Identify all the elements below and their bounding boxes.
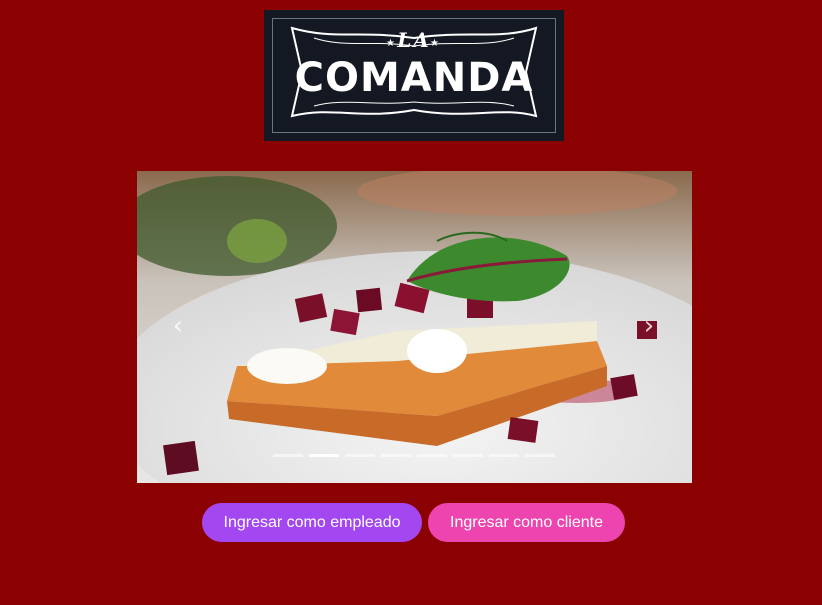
- carousel-indicator[interactable]: [273, 454, 303, 457]
- carousel-indicator[interactable]: [453, 454, 483, 457]
- chevron-left-icon: ‹: [172, 311, 184, 341]
- landing-page: ★ ★ LA COMANDA ‹ › Ingresar como emplead…: [0, 0, 822, 605]
- carousel-prev-button[interactable]: ‹: [163, 311, 193, 341]
- carousel-indicator[interactable]: [489, 454, 519, 457]
- carousel-indicator[interactable]: [417, 454, 447, 457]
- carousel-next-button[interactable]: ›: [634, 311, 664, 341]
- carousel-indicator[interactable]: [525, 454, 555, 457]
- logo-la-text: LA: [397, 28, 431, 52]
- la-comanda-logo: ★ ★ LA COMANDA: [264, 10, 564, 141]
- chevron-right-icon: ›: [643, 311, 655, 341]
- login-employee-button[interactable]: Ingresar como empleado: [202, 503, 422, 542]
- carousel-slide-image: [137, 171, 692, 483]
- image-carousel[interactable]: ‹ ›: [137, 171, 692, 483]
- carousel-indicator[interactable]: [345, 454, 375, 457]
- carousel-indicator[interactable]: [381, 454, 411, 457]
- login-client-button[interactable]: Ingresar como cliente: [428, 503, 625, 542]
- logo-comanda-text: COMANDA: [294, 55, 534, 101]
- carousel-indicator-active[interactable]: [309, 454, 339, 457]
- carousel-indicators: [273, 454, 555, 457]
